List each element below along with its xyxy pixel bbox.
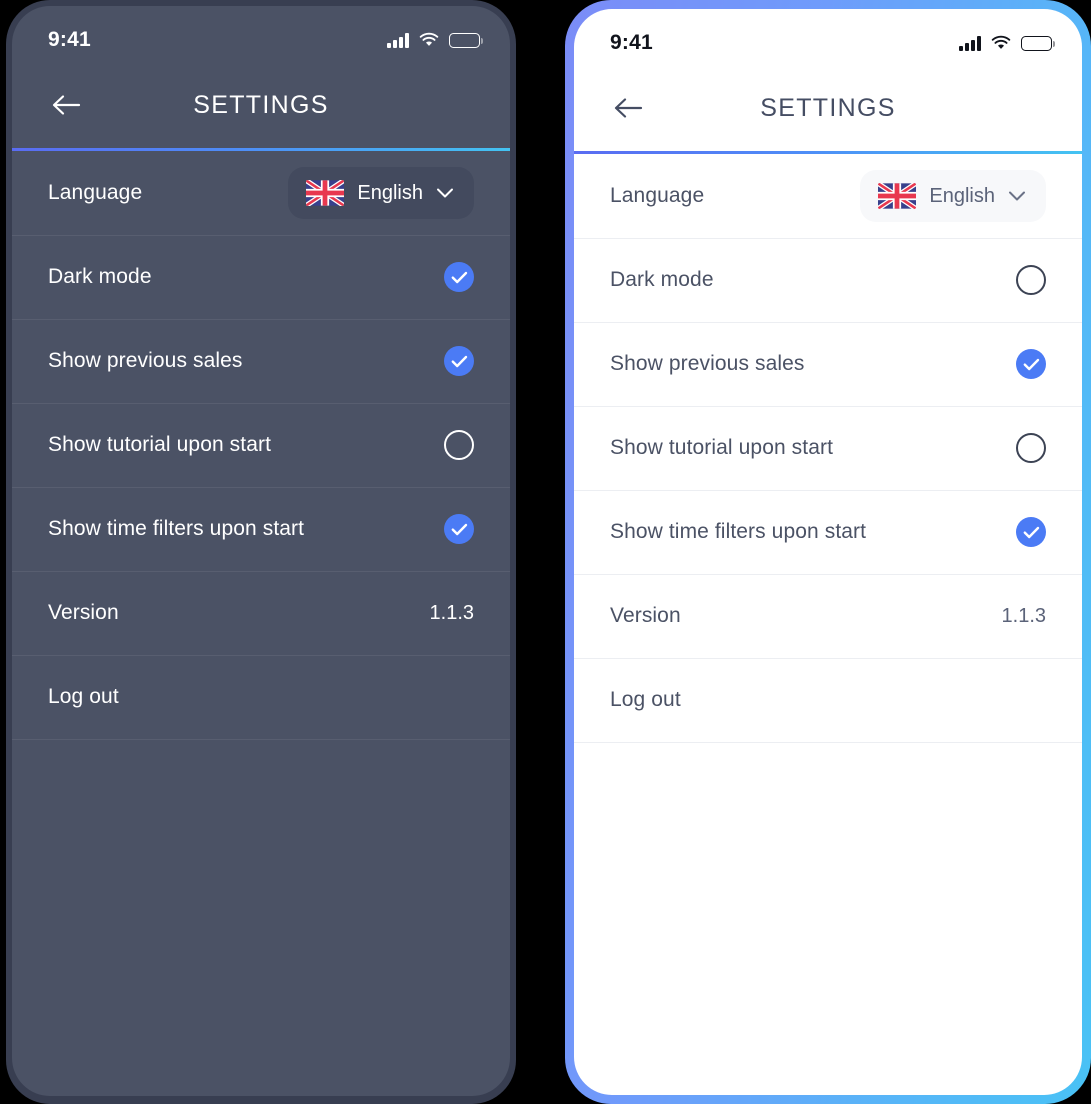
nav-bar-light: SETTINGS bbox=[574, 65, 1082, 151]
version-value: 1.1.3 bbox=[1001, 604, 1046, 627]
status-icons bbox=[959, 35, 1056, 51]
signal-bars-icon bbox=[387, 32, 409, 48]
show-tutorial-checkbox[interactable] bbox=[444, 430, 474, 460]
list-end-divider bbox=[12, 739, 510, 740]
back-arrow-icon[interactable] bbox=[608, 88, 648, 128]
language-value: English bbox=[357, 181, 423, 204]
settings-row-show-previous-sales[interactable]: Show previous sales bbox=[12, 319, 510, 403]
show-previous-sales-checkbox[interactable] bbox=[444, 346, 474, 376]
screen-light: 9:41 SETTINGS Language English Dark mode… bbox=[574, 9, 1082, 1095]
settings-list-light: Language English Dark mode Show previous… bbox=[574, 154, 1082, 743]
status-bar-light: 9:41 bbox=[574, 9, 1082, 65]
uk-flag-icon bbox=[878, 183, 917, 209]
settings-row-show-previous-sales[interactable]: Show previous sales bbox=[574, 322, 1082, 406]
settings-row-log-out[interactable]: Log out bbox=[574, 658, 1082, 742]
row-label: Log out bbox=[610, 688, 681, 711]
uk-flag-icon bbox=[306, 180, 345, 206]
version-value: 1.1.3 bbox=[429, 601, 474, 624]
settings-row-dark-mode[interactable]: Dark mode bbox=[12, 235, 510, 319]
row-label: Language bbox=[48, 181, 143, 204]
row-label: Dark mode bbox=[48, 265, 152, 288]
language-selector[interactable]: English bbox=[288, 167, 474, 219]
row-label: Show tutorial upon start bbox=[48, 433, 272, 456]
row-label: Show tutorial upon start bbox=[610, 436, 834, 459]
language-value: English bbox=[929, 184, 995, 207]
status-time: 9:41 bbox=[48, 28, 91, 51]
screenshot-stage: 9:41 SETTINGS Language English Dark mode… bbox=[0, 0, 1091, 1104]
row-label: Show time filters upon start bbox=[48, 517, 305, 540]
chevron-down-icon[interactable] bbox=[1008, 190, 1026, 202]
row-label: Dark mode bbox=[610, 268, 714, 291]
settings-row-language[interactable]: Language English bbox=[12, 151, 510, 235]
settings-row-version: Version 1.1.3 bbox=[12, 571, 510, 655]
settings-row-language[interactable]: Language English bbox=[574, 154, 1082, 238]
row-label: Version bbox=[48, 601, 119, 624]
wifi-icon bbox=[991, 35, 1011, 49]
show-time-filters-checkbox[interactable] bbox=[1016, 517, 1046, 547]
status-bar-dark: 9:41 bbox=[12, 6, 510, 62]
back-arrow-icon[interactable] bbox=[46, 85, 86, 125]
settings-row-show-tutorial[interactable]: Show tutorial upon start bbox=[12, 403, 510, 487]
settings-row-log-out[interactable]: Log out bbox=[12, 655, 510, 739]
settings-row-dark-mode[interactable]: Dark mode bbox=[574, 238, 1082, 322]
screen-dark: 9:41 SETTINGS Language English Dark mode… bbox=[12, 6, 510, 1096]
settings-row-show-time-filters[interactable]: Show time filters upon start bbox=[12, 487, 510, 571]
row-label: Show previous sales bbox=[610, 352, 805, 375]
status-icons bbox=[387, 32, 484, 48]
chevron-down-icon[interactable] bbox=[436, 187, 454, 199]
dark-mode-checkbox[interactable] bbox=[1016, 265, 1046, 295]
row-label: Show previous sales bbox=[48, 349, 243, 372]
language-selector[interactable]: English bbox=[860, 170, 1046, 222]
settings-row-version: Version 1.1.3 bbox=[574, 574, 1082, 658]
row-label: Language bbox=[610, 184, 705, 207]
nav-bar-dark: SETTINGS bbox=[12, 62, 510, 148]
row-label: Show time filters upon start bbox=[610, 520, 867, 543]
list-end-divider bbox=[574, 742, 1082, 743]
wifi-icon bbox=[419, 32, 439, 46]
row-label: Version bbox=[610, 604, 681, 627]
settings-row-show-time-filters[interactable]: Show time filters upon start bbox=[574, 490, 1082, 574]
show-tutorial-checkbox[interactable] bbox=[1016, 433, 1046, 463]
phone-light-theme: 9:41 SETTINGS Language English Dark mode… bbox=[565, 0, 1091, 1104]
show-previous-sales-checkbox[interactable] bbox=[1016, 349, 1046, 379]
status-time: 9:41 bbox=[610, 31, 653, 54]
battery-full-icon bbox=[449, 32, 484, 48]
signal-bars-icon bbox=[959, 35, 981, 51]
settings-row-show-tutorial[interactable]: Show tutorial upon start bbox=[574, 406, 1082, 490]
dark-mode-checkbox[interactable] bbox=[444, 262, 474, 292]
show-time-filters-checkbox[interactable] bbox=[444, 514, 474, 544]
phone-dark-theme: 9:41 SETTINGS Language English Dark mode… bbox=[6, 0, 516, 1104]
row-label: Log out bbox=[48, 685, 119, 708]
battery-full-icon bbox=[1021, 35, 1056, 51]
settings-list-dark: Language English Dark mode Show previous… bbox=[12, 151, 510, 740]
page-title: SETTINGS bbox=[193, 90, 329, 119]
page-title: SETTINGS bbox=[760, 93, 896, 122]
